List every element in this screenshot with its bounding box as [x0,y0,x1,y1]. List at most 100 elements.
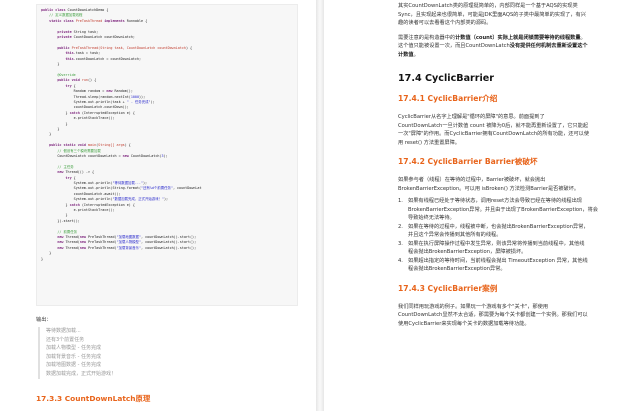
right-page: 其实CountDownLatch类的原理挺简单的，内部同样是一个基于AQS的实现… [324,0,640,411]
list-number: 2. [398,223,403,230]
list-item-line: 如果超出指定的等待时间，当前线程会抛出 TimeoutException 异常，… [408,257,588,264]
output-label: 输出： [36,317,52,323]
code-block: public class CountDownLatchDemo { // 定义数… [36,4,298,306]
text-line: 其实CountDownLatch类的原理挺简单的，内部同样是一个基于AQS的实现… [398,3,578,9]
code-token: Thread( [65,240,80,245]
code-token: ) { [124,143,131,148]
code-token: e.printStackTrace(); [41,116,115,121]
output-line: 还有3个前置任务 [46,336,85,343]
code-token: { [73,175,76,180]
section-heading-intro: 17.4.1 CyclicBarrier介绍 [398,94,498,103]
code-token: public [41,45,72,50]
list-item-line: 程会抛出BrokenBarrierException，屏障被损坏。 [408,249,527,255]
code-token: , countDownLatch)).start(); [141,235,197,240]
list-item: 1. 如果有线程已经处于等待状态，调用reset方法会导致已经在等待的线程出现 Br… [398,197,630,223]
code-token: new [41,235,66,240]
text-line: 用 reset() 方法重置屏障。 [398,139,460,146]
list-item-line: 导致始终无法等待。 [408,215,455,221]
note-text: 需要注意的是构造器中的 [398,34,456,41]
text-line: CyclicBarrier从名字上理解是"循环的屏障"的意思。前面提到了 [398,114,545,120]
code-token: ); [164,197,169,202]
code-token: // 假设有三个模块需要加载 [41,148,101,153]
list-number: 1. [398,198,403,204]
code-token: "数据加载完成，正式开始游戏！" [112,197,165,202]
output-line: 加载背景音乐 - 任务完成 [46,353,101,360]
broken-list: 1. 如果有线程已经处于等待状态，调用reset方法会导致已经在等待的线程出现 Br… [398,197,630,274]
output-line: 加载人物模型 - 任务完成 [46,345,101,352]
text-line: 使用CyclicBarrier来实现每个关卡的数据加载等待功能。 [398,320,530,327]
broken-intro-paragraph: 如果参与者（线程）在等待的过程中，Barrier被破坏，就会抛出 BrokenBa… [398,176,630,193]
code-token: catch [69,202,82,207]
code-token: @Override [41,72,76,77]
code-token: PreTaskThread( [71,45,101,50]
code-token: private [41,29,74,34]
code-token: "还有%d个前置任务" [141,186,173,191]
list-item-line: BrokenBarrierException异常。并且由于出现了BrokenBa… [408,206,598,213]
code-token: countDownLatch.await(); [41,191,121,196]
text-line: Sync，且实现起来也很简单，可能是JDK里面AQS的子类中最简单的实现了，有兴 [398,11,586,18]
code-token: e.printStackTrace(); [41,208,115,213]
code-token: new [79,245,88,250]
code-token: System.out.println( [41,181,113,185]
list-item-line: 如果在等待的过程中，线程被中断，也会抛出BrokenBarrierExcepti… [408,223,589,230]
list-item-line: 如果有线程已经处于等待状态，调用reset方法会导致已经在等待的线程出现 [408,198,582,204]
book-gutter [316,0,324,411]
code-token: catch [69,110,82,115]
code-token: " - 任务完成" [126,99,151,104]
chapter-heading-cyclicbarrier: 17.4 CyclicBarrier [398,73,495,84]
output-line: 数据加载完成，正式开始游戏！ [46,370,117,377]
code-token: } [41,121,68,126]
code-token: System.out.println(task + [41,99,127,104]
output-box: 等待数据加载... 还有3个前置任务 加载人物模型 - 任务完成 加载背景音乐 - 任… [38,327,316,379]
code-token: ) { [185,45,193,50]
code-token: ); [163,153,168,158]
note-paragraph: 需要注意的是构造器中的计数值（count）实际上就是闭锁需要等待的线程数量。 这… [398,34,630,60]
section-heading-countdownlatch-principle: 17.3.3 CountDownLatch原理 [36,393,151,403]
code-token: "加载人物模型" [116,240,141,245]
note-text: 这个值只能被设置一次，而且CountDownLatch [398,43,510,49]
code-token: , countDownLatch)).start(); [141,240,197,245]
code-token: try [41,175,74,180]
code-token: new [106,89,115,94]
code-token: { [73,83,76,88]
code-token: .task = task; [73,51,101,56]
code-token: new [79,235,88,240]
code-token: // 前置任务 [41,229,78,234]
code-token: } [41,251,52,256]
code-token: static class [41,18,76,23]
text-line: BrokenBarrierException。可以用 isBroken() 方法… [398,185,580,192]
code-token: 1000 [130,94,139,99]
list-item-line: 程会抛出BrokenBarrierException异常。 [408,266,506,272]
code-token: public static void [41,143,88,148]
list-item: 3. 如果在执行屏障操作过程中发生异常，则该异常将传播到当前线程中，其他线 程会抛出… [398,240,630,257]
text-line: 趣的读者可以去看看这个内部类的源码。 [398,20,492,26]
code-token: PreTaskThread( [87,245,117,250]
code-token: new [41,170,66,175]
code-token: } [41,132,52,137]
code-token: new [41,240,66,245]
code-token: , countDownLatch)).start(); [141,245,197,250]
section-heading-case: 17.4.3 CyclicBarrier案例 [398,283,498,293]
code-token: } [41,256,44,261]
code-token: CountDownLatch countDownLatch = [41,153,123,158]
code-token: countDownLatch.countDown(); [41,105,129,110]
note-text: 。 [580,34,586,41]
code-token: System.out.println(String.format( [41,186,142,191]
list-item: 4. 如果超出指定的等待时间，当前线程会抛出 TimeoutException 异… [398,257,630,274]
code-token: } [41,110,70,115]
code-token: implements [104,18,127,23]
code-token: } [41,213,68,218]
code-token: Runnable { [126,18,148,23]
code-token: main [87,143,97,148]
code-token: try [41,83,74,88]
code-token: }).start(); [41,218,80,223]
code-token: private [41,35,74,40]
code-token: // 定义数据加载线程 [41,13,83,18]
list-item-line: 并且这个异常会传播到其他所有的线程。 [408,232,502,238]
code-token: public void [41,78,82,83]
code-token: )); [139,94,146,99]
text-line: 我们同样用玩游戏的例子。如果玩一个游戏有多个"关卡"，那使用 [398,303,549,310]
list-number: 3. [398,240,403,247]
code-token: Random random = [41,89,107,94]
note-bold-3: 计数值 [398,51,414,58]
